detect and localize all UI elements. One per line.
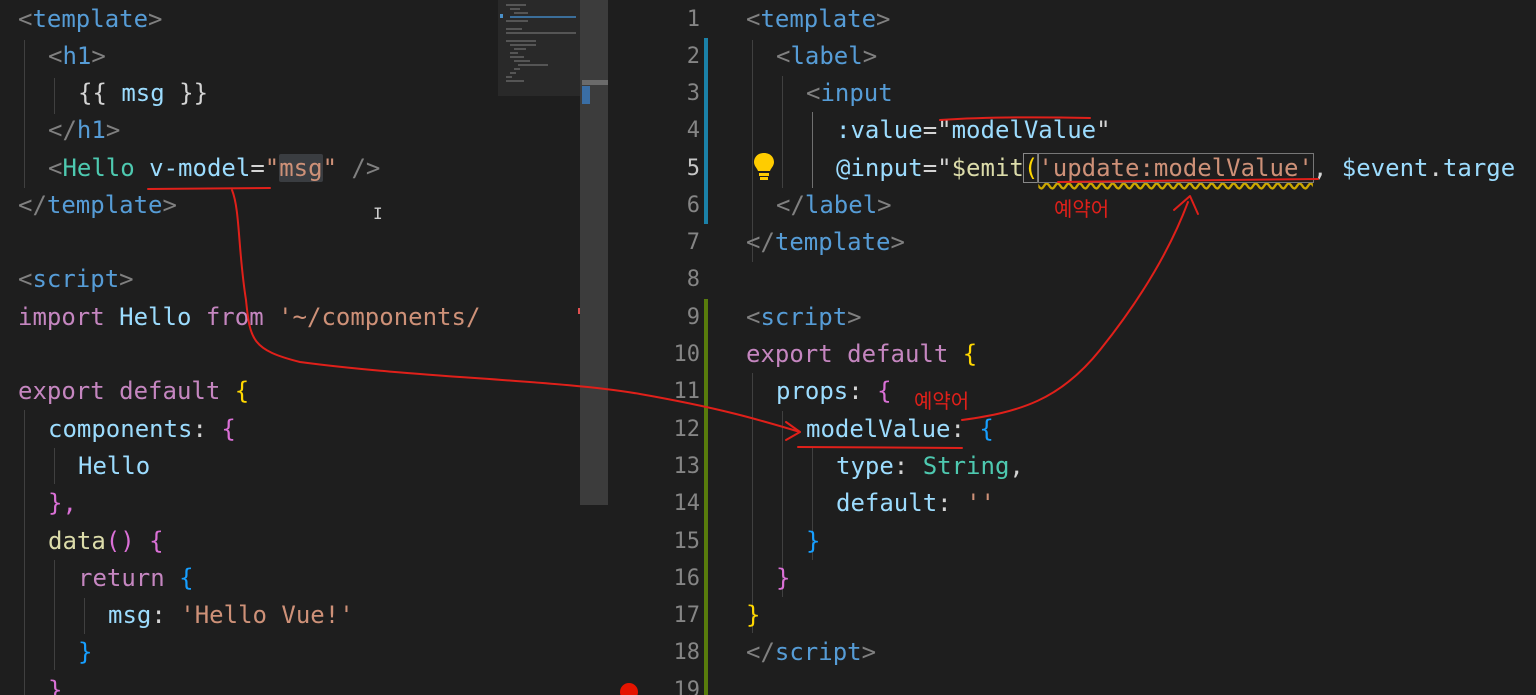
underline-update-event [1057, 178, 1319, 183]
underline-value-binding [939, 116, 1091, 121]
annotation-reserved-word-props: 예약어 [914, 389, 969, 413]
underline-v-model [147, 187, 271, 190]
arrow-v-model-to-prop [231, 189, 801, 433]
annotation-reserved-word-top: 예약어 [1054, 197, 1109, 221]
arrow-prop-to-event [961, 201, 1189, 421]
underline-modelValue-prop [797, 446, 963, 449]
arrow-head-prop [785, 421, 801, 441]
handwritten-annotations: 예약어 예약어 [147, 116, 1319, 449]
